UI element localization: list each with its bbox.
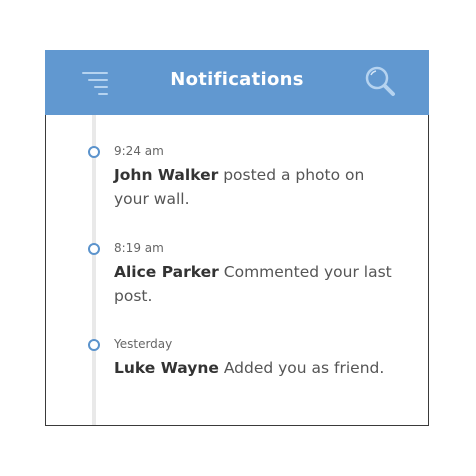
notification-time: 9:24 am — [114, 144, 164, 158]
timeline-line — [92, 115, 96, 425]
timeline-dot — [88, 146, 100, 158]
notification-list: 9:24 am John Walker posted a photo on yo… — [46, 115, 428, 425]
notification-text: Alice Parker Commented your last post. — [114, 260, 404, 308]
notification-message: Added you as friend. — [223, 359, 385, 377]
notification-time: 8:19 am — [114, 241, 164, 255]
notification-text: John Walker posted a photo on your wall. — [114, 163, 404, 211]
search-button[interactable] — [364, 65, 398, 99]
notification-user: John Walker — [114, 166, 219, 184]
notifications-card: Notifications 9:24 am John Walker posted… — [45, 50, 429, 426]
notification-user: Alice Parker — [114, 263, 219, 281]
notification-text: Luke Wayne Added you as friend. — [114, 356, 404, 380]
header-bar: Notifications — [45, 50, 429, 115]
notification-time: Yesterday — [114, 337, 173, 351]
notification-user: Luke Wayne — [114, 359, 219, 377]
search-icon — [365, 66, 395, 96]
timeline-dot — [88, 243, 100, 255]
timeline-dot — [88, 339, 100, 351]
